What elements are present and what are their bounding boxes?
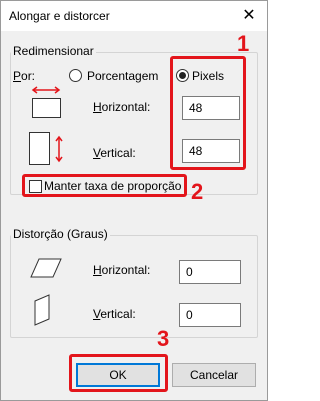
resize-vertical-label: Vertical: <box>93 146 136 160</box>
annotation-marker-3: 3 <box>157 326 170 351</box>
window-title: Alongar e distorcer <box>9 9 110 23</box>
cancel-button[interactable]: Cancelar <box>172 363 256 387</box>
vertical-skew-icon <box>34 294 50 326</box>
skew-group-label: Distorção (Graus) <box>11 227 110 241</box>
vertical-resize-icon <box>29 132 63 165</box>
stretch-skew-dialog: Alongar e distorcer ✕ Redimensionar Por:… <box>0 0 268 401</box>
annotation-marker-2: 2 <box>191 179 204 204</box>
annotation-box-2 <box>22 174 187 197</box>
percent-label[interactable]: Porcentagem <box>87 69 158 83</box>
annotation-marker-1: 1 <box>237 31 250 56</box>
annotation-box-3 <box>69 354 168 392</box>
por-label: Por: <box>13 69 36 83</box>
skew-vertical-input[interactable] <box>179 303 241 327</box>
resize-horizontal-label: Horizontal: <box>93 100 151 114</box>
resize-group-label: Redimensionar <box>11 44 96 58</box>
skew-horizontal-label: Horizontal: <box>93 263 151 277</box>
title-bar: Alongar e distorcer ✕ <box>1 1 267 31</box>
percent-radio[interactable] <box>69 69 82 82</box>
skew-vertical-label: Vertical: <box>93 307 136 321</box>
annotation-box-1 <box>170 56 246 170</box>
horizontal-resize-icon <box>31 86 61 118</box>
horizontal-skew-icon <box>30 258 62 278</box>
skew-horizontal-input[interactable] <box>179 260 241 284</box>
close-icon[interactable]: ✕ <box>232 1 266 31</box>
